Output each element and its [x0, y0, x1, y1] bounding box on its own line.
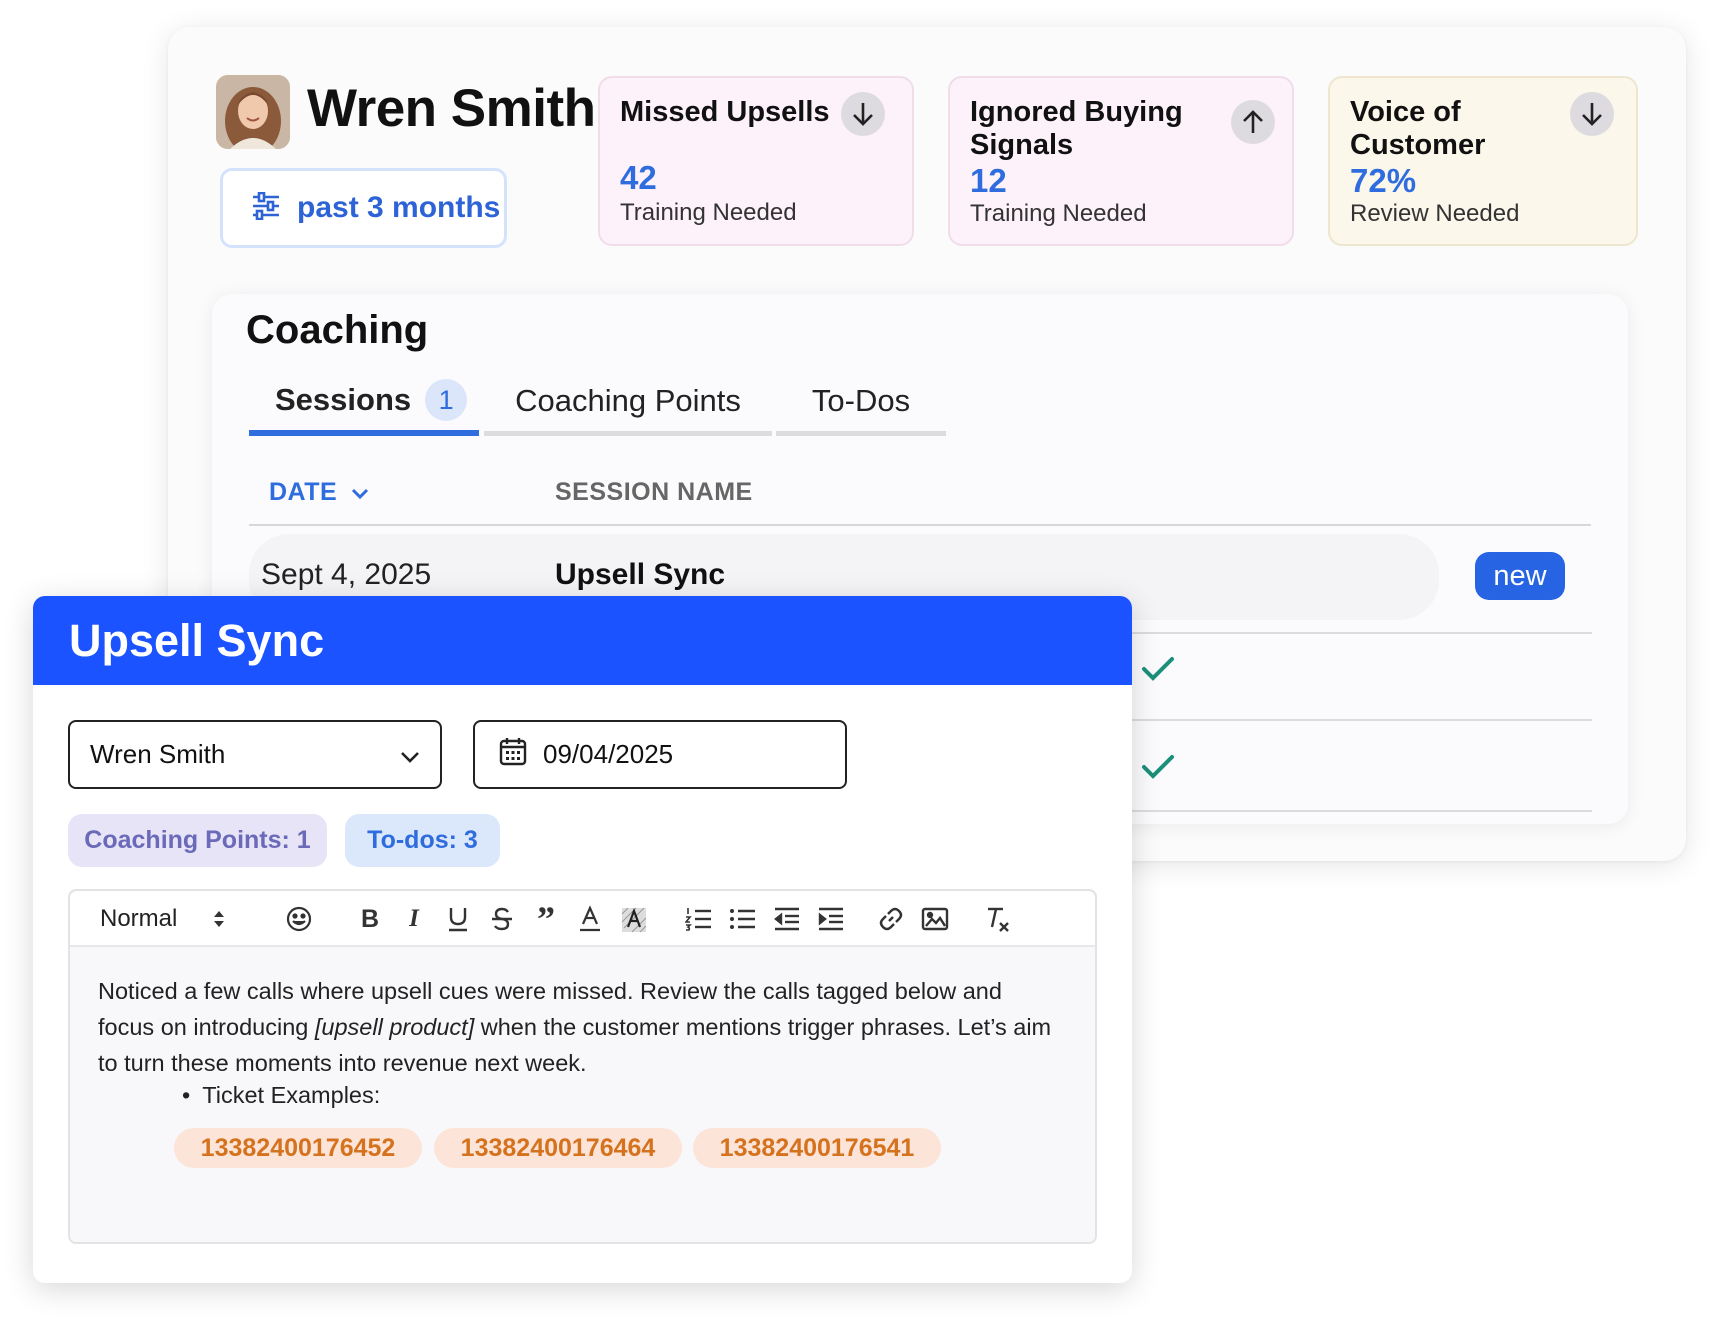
highlight-color-icon[interactable] — [620, 901, 648, 937]
stat-title: Ignored Buying Signals — [970, 96, 1183, 161]
chevron-down-icon — [400, 739, 420, 770]
arrow-up-icon — [1231, 100, 1275, 144]
strikethrough-icon[interactable] — [488, 901, 516, 937]
checkmark-icon — [1140, 654, 1176, 684]
bullet-dot-icon: • — [182, 1082, 191, 1108]
arrow-down-icon — [841, 92, 885, 136]
ticket-tag[interactable]: 13382400176464 — [434, 1128, 682, 1168]
stat-card-voice-of-customer[interactable]: Voice of Customer 72% Review Needed — [1328, 76, 1638, 246]
rich-text-editor[interactable]: Normal B I ” Noticed a few calls where u… — [68, 889, 1097, 1244]
calendar-icon — [499, 736, 527, 773]
sliders-icon — [251, 191, 281, 225]
avatar — [216, 75, 290, 149]
tab-label: To-Dos — [811, 382, 911, 418]
table-divider — [1130, 810, 1592, 812]
person-select[interactable]: Wren Smith — [68, 720, 442, 789]
tab-label: Coaching Points — [515, 382, 741, 418]
stat-value: 12 — [970, 162, 1007, 199]
user-name: Wren Smith — [307, 79, 596, 138]
stat-subtitle: Training Needed — [970, 200, 1147, 227]
checkmark-icon — [1140, 752, 1176, 782]
new-badge: new — [1475, 552, 1565, 600]
session-modal: Upsell Sync Wren Smith 09/04/2025 Coachi… — [33, 596, 1132, 1283]
list-item: • Ticket Examples: — [182, 1082, 380, 1109]
period-filter-button[interactable]: past 3 months — [220, 168, 507, 248]
date-input-value: 09/04/2025 — [543, 739, 674, 769]
stat-subtitle: Training Needed — [620, 199, 797, 226]
outdent-icon[interactable] — [772, 901, 802, 937]
format-select-value: Normal — [100, 905, 178, 932]
bold-icon[interactable]: B — [356, 901, 384, 937]
coaching-title: Coaching — [246, 308, 429, 352]
bullet-text: Ticket Examples: — [202, 1082, 381, 1108]
table-divider — [1130, 632, 1592, 634]
chevron-down-icon — [351, 478, 369, 507]
underline-icon[interactable] — [444, 901, 472, 937]
stat-subtitle: Review Needed — [1350, 200, 1520, 227]
date-input[interactable]: 09/04/2025 — [473, 720, 847, 789]
emoji-icon[interactable] — [284, 901, 314, 937]
person-select-value: Wren Smith — [90, 739, 226, 769]
modal-title: Upsell Sync — [33, 596, 1132, 685]
link-icon[interactable] — [876, 901, 906, 937]
period-filter-label: past 3 months — [297, 191, 501, 224]
stat-card-missed-upsells[interactable]: Missed Upsells 42 Training Needed — [598, 76, 914, 246]
tab-coaching-points[interactable]: Coaching Points — [484, 370, 772, 436]
tab-todos[interactable]: To-Dos — [776, 370, 946, 436]
tab-label: Sessions — [275, 382, 412, 417]
column-header-label: DATE — [269, 478, 338, 506]
table-divider — [249, 524, 1591, 526]
row-session-name: Upsell Sync — [555, 558, 726, 591]
sessions-count-badge: 1 — [425, 379, 468, 421]
bullet-list-icon[interactable] — [728, 901, 758, 937]
italic-icon[interactable]: I — [400, 901, 428, 937]
text-color-icon[interactable] — [576, 901, 604, 937]
editor-content: Noticed a few calls where upsell cues we… — [98, 973, 1058, 1081]
body-italic-text: [upsell product] — [314, 1014, 475, 1040]
clear-formatting-icon[interactable] — [982, 901, 1012, 937]
table-divider — [1130, 719, 1592, 721]
todos-pill[interactable]: To-dos: 3 — [345, 814, 500, 867]
ticket-tag[interactable]: 13382400176452 — [174, 1128, 422, 1168]
stat-card-ignored-buying-signals[interactable]: Ignored Buying Signals 12 Training Neede… — [948, 76, 1294, 246]
indent-icon[interactable] — [816, 901, 846, 937]
stat-title: Voice of Customer — [1350, 96, 1486, 161]
row-date: Sept 4, 2025 — [261, 558, 432, 591]
stat-value: 42 — [620, 159, 657, 196]
ticket-tag[interactable]: 13382400176541 — [693, 1128, 941, 1168]
ordered-list-icon[interactable] — [684, 901, 714, 937]
column-header-date[interactable]: DATE — [269, 478, 369, 507]
arrow-down-icon — [1570, 92, 1614, 136]
column-header-session-name: SESSION NAME — [555, 478, 753, 506]
updown-arrows-icon — [213, 909, 225, 929]
editor-toolbar: Normal B I ” — [70, 891, 1095, 947]
tab-sessions[interactable]: Sessions 1 — [249, 370, 479, 436]
image-icon[interactable] — [920, 901, 950, 937]
format-select[interactable]: Normal — [100, 901, 225, 937]
coaching-points-pill[interactable]: Coaching Points: 1 — [68, 814, 327, 867]
stat-value: 72% — [1350, 162, 1417, 199]
blockquote-icon[interactable]: ” — [532, 899, 560, 939]
